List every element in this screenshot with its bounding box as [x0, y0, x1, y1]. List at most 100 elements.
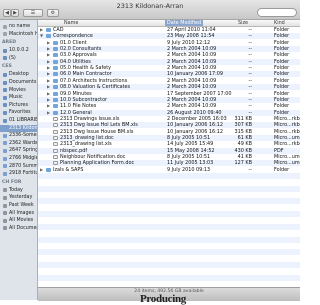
sidebar-section-heading: ARED — [2, 40, 17, 46]
sidebar-item-label: 2766 Midgley... — [9, 156, 37, 161]
table-row[interactable]: ▶ 04.0 Utilities 2 March 2004 10:09 -- Folde… — [38, 58, 300, 65]
row-date: 2 December 2005 16:03 — [167, 115, 227, 122]
table-row[interactable]: ▶ 08.0 Valuation & Certificates 2 March 20… — [38, 84, 300, 91]
table-row[interactable]: ▶ 10.0 Subcontractor 2 March 2004 10:09 -- F… — [38, 96, 300, 103]
row-date: 2 March 2004 10:09 — [167, 46, 217, 53]
column-size[interactable]: Size — [238, 20, 248, 26]
table-row[interactable]: ▶ 11.0 File Notes 2 March 2004 10:09 -- Fold… — [38, 103, 300, 109]
disclosure-triangle-icon[interactable]: ▶ — [47, 40, 50, 46]
row-size: -- — [248, 46, 252, 53]
table-row[interactable]: 2313 Dwg Issue Hol Lets BM.xls 10 January… — [38, 122, 300, 129]
sidebar-item[interactable]: Yesterday — [0, 194, 37, 201]
sidebar-item[interactable]: no name — [0, 23, 37, 30]
empty-row — [38, 243, 300, 249]
row-kind: Folder — [274, 65, 290, 72]
table-row[interactable]: 2313 Drawings Issue.xls 2 December 2005 1… — [38, 116, 300, 122]
sidebar-item[interactable]: 2313 Kildon... — [0, 124, 37, 132]
forward-button[interactable]: ▶ — [11, 9, 19, 17]
sidebar-item[interactable]: 2870 Summer... — [0, 163, 37, 170]
table-row[interactable]: ▶ 06.0 Main Contractor 10 January 2006 17:… — [38, 71, 300, 78]
empty-row — [38, 205, 300, 211]
empty-row — [38, 274, 300, 281]
table-row[interactable]: 2313_drawing list.doc 8 July 2005 10:51 61… — [38, 134, 300, 141]
sidebar-item[interactable]: 2766 Midgley... — [0, 155, 37, 162]
column-name[interactable]: Name — [64, 20, 78, 26]
table-row[interactable]: ▶ 05.0 Health & Safety 2 March 2004 10:09 -… — [38, 65, 300, 71]
table-row[interactable]: ▼ Correspondence 23 May 2008 11:54 -- Folder — [38, 33, 300, 40]
sidebar-item[interactable]: All Images — [0, 210, 37, 217]
row-date: 27 April 2010 11:04 — [167, 27, 216, 33]
sidebar-item[interactable]: Movies — [0, 87, 37, 94]
table-row[interactable]: ▶ 12.0 General 26 August 2010 09:40 -- Folde… — [38, 109, 300, 116]
sidebar-item[interactable]: 01 LIBRARIES — [0, 117, 37, 124]
table-row[interactable]: 2313_drawing list.xls 14 July 2005 15:49 4… — [38, 141, 300, 147]
column-date-modified[interactable]: Date Modified — [165, 20, 204, 26]
row-kind: Folder — [274, 58, 290, 65]
sidebar-item[interactable]: All Movies — [0, 217, 37, 224]
sidebar-item[interactable]: 2647 Springb... — [0, 147, 37, 154]
empty-row — [38, 261, 300, 268]
disclosure-triangle-icon[interactable]: ▶ — [47, 91, 50, 97]
table-row[interactable]: ▶ 09.0 Minutes 17 September 2007 17:00 -- Fo… — [38, 91, 300, 97]
table-row[interactable]: nbspec.pdf 15 May 2008 14:52 430 KB PDF — [38, 147, 300, 154]
row-kind: Folder — [274, 90, 290, 97]
row-name: 11.0 File Notes — [60, 103, 97, 110]
row-kind: Folder — [274, 84, 290, 91]
sidebar-item[interactable]: Music — [0, 94, 37, 101]
sidebar-item[interactable]: Favorites — [0, 109, 37, 116]
table-row[interactable]: Neighbour Notification.doc 8 July 2005 10… — [38, 154, 300, 160]
sidebar-item[interactable]: Macintosh HD — [0, 31, 37, 38]
table-row[interactable]: ▶ 03.0 Approvals 2 March 2004 10:09 -- Folde… — [38, 52, 300, 58]
folder-icon — [53, 59, 58, 64]
disclosure-triangle-icon[interactable]: ▶ — [47, 84, 50, 90]
sidebar-item[interactable]: Past Week — [0, 202, 37, 209]
disclosure-triangle-icon[interactable]: ▶ — [47, 78, 50, 84]
disclosure-triangle-icon[interactable]: ▶ — [40, 27, 43, 33]
table-row[interactable]: ▶ 01.0 Client 9 July 2010 12:12 -- Folder — [38, 40, 300, 46]
action-button[interactable]: ⚙ — [47, 9, 59, 17]
row-date: 8 July 2005 10:51 — [167, 134, 211, 141]
disclosure-triangle-icon[interactable]: ▶ — [47, 103, 50, 109]
disclosure-triangle-icon[interactable]: ▶ — [47, 59, 50, 65]
document-icon — [53, 123, 58, 128]
sidebar-item[interactable]: 2336-Somers... — [0, 132, 37, 139]
column-kind[interactable]: Kind — [274, 20, 285, 26]
sidebar-item[interactable]: Desktop — [0, 71, 37, 78]
disclosure-triangle-icon[interactable]: ▶ — [47, 52, 50, 58]
sidebar-item[interactable]: Today — [0, 187, 37, 194]
disclosure-triangle-icon[interactable]: ▶ — [47, 97, 50, 103]
table-row[interactable]: ▶ CAD 27 April 2010 11:04 -- Folder — [38, 27, 300, 33]
table-row[interactable]: ▶ 07.0 Architects Instructions 2 March 200… — [38, 78, 300, 84]
disclosure-triangle-icon[interactable]: ▶ — [47, 71, 50, 77]
sidebar-item[interactable]: 2362 Wards... — [0, 140, 37, 147]
folder-icon — [53, 53, 58, 58]
row-date: 10 January 2006 16:12 — [167, 128, 223, 135]
sidebar-item-icon — [3, 226, 7, 231]
sidebar-item[interactable]: Documents — [0, 79, 37, 86]
disclosure-triangle-icon[interactable]: ▶ — [47, 110, 50, 116]
table-row[interactable]: ▶ Izals & SAPS 9 July 2010 09:13 -- Folder — [38, 167, 300, 173]
sidebar-item[interactable]: All Documents — [0, 225, 37, 232]
disclosure-triangle-icon[interactable]: ▶ — [40, 167, 43, 173]
sidebar-item[interactable]: 10.0.0.2 — [0, 47, 37, 54]
table-row[interactable]: Planning Application Form.doc 11 July 200… — [38, 160, 300, 167]
table-row[interactable]: ▶ 02.0 Consultants 2 March 2004 10:09 -- Fol… — [38, 46, 300, 53]
row-name: 2313 Dwg Issue House BM.xls — [60, 128, 134, 135]
disclosure-triangle-icon[interactable]: ▼ — [40, 33, 43, 39]
row-date: 9 July 2010 09:13 — [167, 166, 211, 173]
row-size: 127 KB — [234, 160, 252, 167]
row-size: -- — [248, 109, 252, 116]
sidebar-item-icon — [3, 195, 7, 200]
disclosure-triangle-icon[interactable]: ▶ — [47, 65, 50, 71]
disclosure-triangle-icon[interactable]: ▶ — [47, 46, 50, 52]
sidebar-item[interactable]: 2918 Fortitude — [0, 170, 37, 177]
sidebar-item[interactable]: (S) — [0, 55, 37, 62]
view-mode-buttons[interactable]: ☰ — [23, 9, 43, 17]
sidebar-item[interactable]: Pictures — [0, 102, 37, 109]
sidebar-item-icon — [3, 148, 7, 153]
row-date: 2 March 2004 10:09 — [167, 58, 217, 65]
search-input[interactable] — [257, 8, 297, 17]
table-row[interactable]: 2313 Dwg Issue House BM.xls 10 January 20… — [38, 129, 300, 135]
folder-icon — [53, 47, 58, 52]
back-button[interactable]: ◀ — [3, 9, 11, 17]
